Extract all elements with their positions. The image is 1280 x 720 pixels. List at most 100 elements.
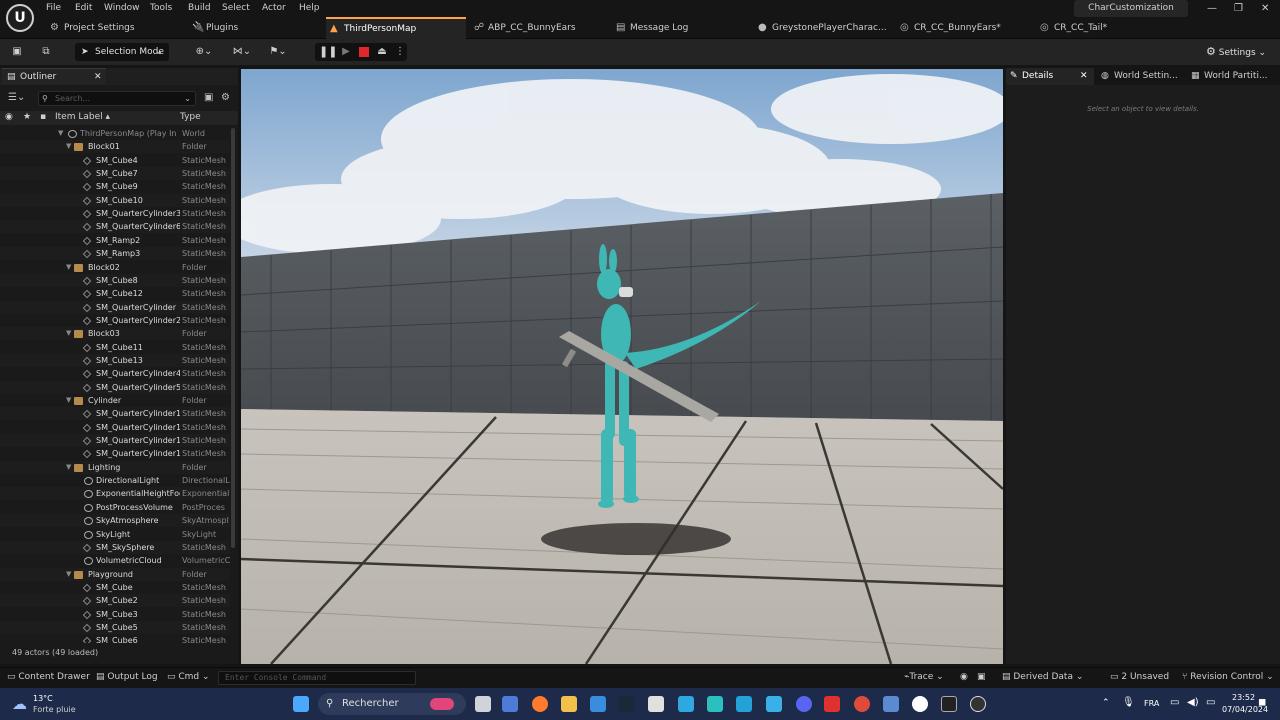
- chrome-icon[interactable]: [854, 696, 870, 712]
- expand-arrow-icon[interactable]: ▼: [66, 261, 71, 274]
- outliner-row[interactable]: SM_Cube6 StaticMesh: [0, 634, 230, 643]
- outliner-folder-row[interactable]: ▼ Block02 Folder: [0, 261, 230, 274]
- battery-icon[interactable]: ▭: [1206, 697, 1215, 708]
- expand-arrow-icon[interactable]: ▼: [66, 461, 71, 474]
- outliner-folder-row[interactable]: ▼ Cylinder Folder: [0, 394, 230, 407]
- video-app-icon[interactable]: [824, 696, 840, 712]
- outliner-row[interactable]: SM_Cube13 StaticMesh: [0, 353, 230, 367]
- add-actor-icon[interactable]: ⊕⌄: [192, 43, 216, 61]
- chevron-up-icon[interactable]: ⌃: [1102, 698, 1110, 708]
- menu-item-file[interactable]: File: [46, 3, 61, 13]
- trace-button[interactable]: ⌁Trace ⌄: [904, 672, 944, 682]
- column-item-label[interactable]: Item Label ▴: [55, 112, 110, 122]
- outliner-scrollbar[interactable]: [231, 128, 235, 548]
- discord-icon[interactable]: [796, 696, 812, 712]
- outliner-row[interactable]: SM_Cube5 StaticMesh: [0, 620, 230, 634]
- network-icon[interactable]: ▭: [1170, 697, 1179, 708]
- tab-world-settings[interactable]: ◍ World Settin...: [1098, 68, 1184, 85]
- tab-message-log[interactable]: ▤ Message Log: [612, 17, 748, 39]
- taskbar-search-input[interactable]: ⚲ Rechercher: [318, 693, 466, 715]
- unreal-engine-icon[interactable]: [912, 696, 928, 712]
- menu-item-select[interactable]: Select: [222, 3, 250, 13]
- store-icon[interactable]: [590, 696, 606, 712]
- app-icon-1[interactable]: [678, 696, 694, 712]
- output-log-button[interactable]: ▤ Output Log: [96, 672, 158, 682]
- expand-arrow-icon[interactable]: ▼: [66, 327, 71, 340]
- file-explorer-icon[interactable]: [561, 696, 577, 712]
- menu-item-tools[interactable]: Tools: [150, 3, 172, 13]
- outliner-row[interactable]: SM_Cube11 StaticMesh: [0, 341, 230, 354]
- github-icon[interactable]: [970, 696, 986, 712]
- outliner-row[interactable]: SM_QuarterCylinder1 StaticMesh: [0, 434, 230, 448]
- outliner-row[interactable]: SM_SkySphere StaticMesh: [0, 540, 230, 554]
- notification-icon[interactable]: ◼: [1258, 697, 1266, 708]
- outliner-row[interactable]: SM_QuarterCylinder5 StaticMesh: [0, 380, 230, 394]
- outliner-row[interactable]: SM_QuarterCylinder1 StaticMesh: [0, 447, 230, 460]
- outliner-row[interactable]: SM_QuarterCylinder3 StaticMesh: [0, 207, 230, 220]
- favorite-star-icon[interactable]: ★: [23, 112, 31, 122]
- microphone-icon[interactable]: 🎙: [1122, 697, 1135, 708]
- outliner-folder-row[interactable]: ▼ Block01 Folder: [0, 140, 230, 154]
- screenshot-icon[interactable]: ▣: [977, 672, 986, 682]
- unsaved-button[interactable]: ▭ 2 Unsaved: [1110, 672, 1169, 682]
- outliner-row[interactable]: SM_Cube StaticMesh: [0, 581, 230, 594]
- close-tab-icon[interactable]: ✕: [1080, 68, 1088, 85]
- windows-start-icon[interactable]: [293, 696, 309, 712]
- expand-arrow-icon[interactable]: ▼: [66, 568, 71, 581]
- visibility-eye-icon[interactable]: ◉: [5, 112, 13, 122]
- outliner-row[interactable]: SM_QuarterCylinder StaticMesh: [0, 300, 230, 314]
- outliner-row[interactable]: VolumetricCloud VolumetricC: [0, 554, 230, 567]
- cube-app-icon[interactable]: [648, 696, 664, 712]
- menu-item-help[interactable]: Help: [299, 3, 320, 13]
- close-tab-icon[interactable]: ✕: [94, 69, 102, 85]
- column-type[interactable]: Type: [180, 112, 201, 122]
- menu-item-build[interactable]: Build: [188, 3, 211, 13]
- settings-button[interactable]: ⚙ Settings ⌄: [1206, 43, 1266, 61]
- menu-item-edit[interactable]: Edit: [75, 3, 92, 13]
- outliner-row[interactable]: SM_Cube3 StaticMesh: [0, 608, 230, 621]
- outliner-row[interactable]: SM_Cube2 StaticMesh: [0, 594, 230, 608]
- app-icon-2[interactable]: [707, 696, 723, 712]
- steam-icon[interactable]: [618, 696, 634, 712]
- add-folder-icon[interactable]: ▣: [204, 92, 213, 103]
- menu-item-actor[interactable]: Actor: [262, 3, 286, 13]
- tab-plugins[interactable]: 🔌 Plugins: [188, 17, 318, 39]
- console-command-input[interactable]: Enter Console Command: [218, 671, 416, 685]
- content-browser-icon[interactable]: ⧉: [38, 43, 54, 61]
- close-window-icon[interactable]: ✕: [1261, 3, 1269, 14]
- level-viewport[interactable]: [241, 69, 1003, 664]
- record-icon[interactable]: ◉: [960, 672, 968, 682]
- tab-cr-cc-tail[interactable]: ◎ CR_CC_Tail*: [1036, 17, 1136, 39]
- outliner-row[interactable]: SM_QuarterCylinder1 StaticMesh: [0, 421, 230, 434]
- outliner-row[interactable]: SM_QuarterCylinder4 StaticMesh: [0, 367, 230, 380]
- chevron-down-icon[interactable]: ⌄: [184, 92, 191, 105]
- pause-icon[interactable]: ❚❚: [319, 43, 337, 61]
- volume-icon[interactable]: ◀): [1187, 697, 1199, 708]
- outliner-row[interactable]: SM_QuarterCylinder1 StaticMesh: [0, 407, 230, 421]
- expand-arrow-icon[interactable]: ▼: [66, 394, 71, 407]
- expand-arrow-icon[interactable]: ▼: [66, 140, 71, 153]
- outliner-row[interactable]: ▼ ThirdPersonMap (Play In World: [0, 127, 230, 140]
- tab-greystoneplayercharac[interactable]: ● GreystonePlayerCharac...: [754, 17, 892, 39]
- outliner-row[interactable]: SM_Cube9 StaticMesh: [0, 180, 230, 193]
- gear-icon[interactable]: ⚙: [221, 92, 230, 103]
- outliner-row[interactable]: SM_Ramp2 StaticMesh: [0, 234, 230, 247]
- cmd-dropdown[interactable]: ▭ Cmd ⌄: [167, 672, 210, 682]
- language-indicator[interactable]: FRA: [1144, 699, 1159, 708]
- firefox-icon[interactable]: [532, 696, 548, 712]
- clock-time[interactable]: 23:52: [1232, 693, 1255, 702]
- outliner-row[interactable]: SM_QuarterCylinder6 StaticMesh: [0, 220, 230, 234]
- eject-icon[interactable]: ⏏: [375, 43, 389, 61]
- teams-icon[interactable]: [502, 696, 518, 712]
- more-options-icon[interactable]: ⋮: [395, 43, 405, 61]
- outliner-row[interactable]: SM_Cube7 StaticMesh: [0, 167, 230, 181]
- revision-control-button[interactable]: ⑂ Revision Control ⌄: [1182, 672, 1274, 682]
- app-icon-4[interactable]: [766, 696, 782, 712]
- tab-project-settings[interactable]: ⚙ Project Settings: [46, 17, 176, 39]
- outliner-row[interactable]: SM_Ramp3 StaticMesh: [0, 247, 230, 261]
- cinematics-icon[interactable]: ⚑⌄: [266, 43, 290, 61]
- outliner-folder-row[interactable]: ▼ Lighting Folder: [0, 460, 230, 474]
- outliner-row[interactable]: DirectionalLight DirectionalL: [0, 474, 230, 487]
- outliner-row[interactable]: SkyAtmosphere SkyAtmospl: [0, 514, 230, 528]
- photos-icon[interactable]: [883, 696, 899, 712]
